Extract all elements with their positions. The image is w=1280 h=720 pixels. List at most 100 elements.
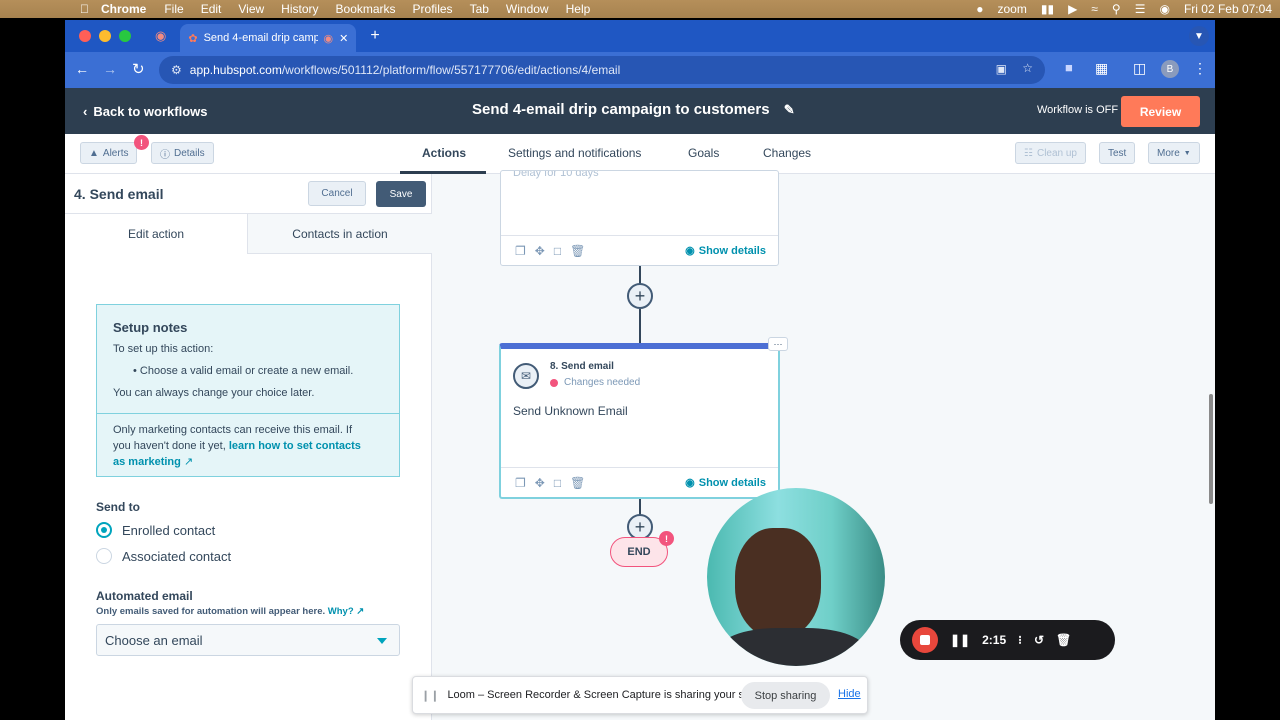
datetime[interactable]: Fri 02 Feb 07:04 bbox=[1184, 2, 1272, 16]
camera-icon[interactable]: ▣ bbox=[996, 62, 1007, 76]
send-email-action-card[interactable]: ✉ 8. Send email Changes needed Send Unkn… bbox=[499, 343, 780, 499]
close-window-button[interactable] bbox=[79, 30, 91, 42]
tab-contacts-in-action[interactable]: Contacts in action bbox=[248, 214, 432, 253]
move-icon[interactable]: ✥ bbox=[535, 476, 545, 490]
setup-notes-heading: Setup notes bbox=[113, 320, 188, 335]
profile-avatar[interactable]: B bbox=[1161, 60, 1179, 78]
setup-notes-bullet: • Choose a valid email or create a new e… bbox=[133, 365, 354, 377]
site-info-icon[interactable]: ⚙ bbox=[171, 63, 182, 77]
menu-profiles[interactable]: Profiles bbox=[413, 2, 453, 16]
menu-window[interactable]: Window bbox=[506, 2, 549, 16]
review-button[interactable]: Review bbox=[1121, 96, 1200, 127]
siri-icon[interactable]: ◉ bbox=[1159, 2, 1169, 16]
clone-icon[interactable]: □ bbox=[554, 476, 561, 490]
menu-file[interactable]: File bbox=[164, 2, 183, 16]
tab-goals[interactable]: Goals bbox=[688, 146, 719, 160]
tab-search-icon[interactable]: ▼ bbox=[1189, 26, 1209, 46]
recording-tab-icon[interactable]: ◉ bbox=[155, 28, 166, 44]
battery-icon[interactable]: ▮▮ bbox=[1041, 2, 1054, 16]
tab-changes[interactable]: Changes bbox=[763, 146, 811, 160]
radio-selected-icon[interactable] bbox=[96, 522, 112, 538]
sidepanel-icon[interactable]: ◫ bbox=[1133, 60, 1146, 77]
move-icon[interactable]: ✥ bbox=[535, 244, 545, 258]
restart-icon[interactable]: ↺ bbox=[1034, 633, 1044, 647]
delete-icon[interactable]: 🗑 bbox=[570, 244, 585, 258]
menu-view[interactable]: View bbox=[238, 2, 264, 16]
drawing-tool-icon[interactable]: ⁝ bbox=[1018, 633, 1022, 647]
add-action-button[interactable]: + bbox=[627, 283, 653, 309]
radio-enrolled-contact[interactable]: Enrolled contact bbox=[96, 522, 215, 538]
menu-help[interactable]: Help bbox=[566, 2, 591, 16]
menu-bookmarks[interactable]: Bookmarks bbox=[336, 2, 396, 16]
play-icon[interactable]: ▶ bbox=[1068, 2, 1077, 16]
setup-notes: Setup notes To set up this action: • Cho… bbox=[96, 304, 400, 477]
canvas-scrollbar[interactable] bbox=[1209, 394, 1213, 504]
panel-header: 4. Send email Cancel Save bbox=[65, 174, 432, 214]
eye-icon: ◉ bbox=[685, 245, 695, 257]
tab-settings-and-notifications[interactable]: Settings and notifications bbox=[508, 146, 641, 160]
tab-actions[interactable]: Actions bbox=[422, 146, 466, 160]
previous-action-card[interactable]: Delay for 10 days ❐ ✥ □ 🗑 ◉ Show details bbox=[500, 170, 779, 266]
show-details-button[interactable]: ◉ Show details bbox=[685, 244, 766, 258]
email-select-value: Choose an email bbox=[105, 632, 203, 648]
mic-icon[interactable]: ● bbox=[976, 2, 983, 16]
chrome-menu-icon[interactable]: ⋮ bbox=[1193, 60, 1207, 77]
comment-icon[interactable]: ⋯ bbox=[768, 337, 788, 351]
loom-webcam-bubble[interactable] bbox=[707, 488, 885, 666]
drag-handle-icon[interactable]: ❙❙ bbox=[421, 689, 439, 702]
zoom-window-button[interactable] bbox=[119, 30, 131, 42]
address-bar[interactable]: ⚙ app.hubspot.com/workflows/501112/platf… bbox=[159, 56, 1045, 84]
bookmark-star-icon[interactable]: ☆ bbox=[1022, 61, 1033, 75]
menu-app-name[interactable]: Chrome bbox=[101, 2, 146, 16]
extension-icon[interactable]: ■ bbox=[1065, 60, 1073, 75]
stop-sharing-button[interactable]: Stop sharing bbox=[741, 682, 830, 709]
panel-tabs: Edit action Contacts in action bbox=[65, 214, 432, 254]
previous-card-footer: ❐ ✥ □ 🗑 ◉ Show details bbox=[501, 235, 778, 265]
status-area: ● zoom ▮▮ ▶ ≈ ⚲ ☰ ◉ Fri 02 Feb 07:04 bbox=[976, 0, 1280, 18]
tab-edit-action[interactable]: Edit action bbox=[65, 214, 248, 254]
minimize-window-button[interactable] bbox=[99, 30, 111, 42]
tab-close-icon[interactable]: ✕ bbox=[339, 32, 348, 45]
details-button[interactable]: ⓘ Details bbox=[151, 142, 214, 164]
browser-tab[interactable]: ✿ Send 4-email drip campa ◉ ✕ bbox=[180, 24, 357, 52]
pencil-edit-icon[interactable]: ✎ bbox=[784, 102, 795, 117]
copy-icon[interactable]: ❐ bbox=[515, 244, 526, 258]
back-to-workflows-link[interactable]: ‹ Back to workflows bbox=[83, 104, 207, 119]
save-button[interactable]: Save bbox=[376, 181, 426, 207]
radio-associated-contact[interactable]: Associated contact bbox=[96, 548, 231, 564]
menu-tab[interactable]: Tab bbox=[470, 2, 489, 16]
clone-icon[interactable]: □ bbox=[554, 244, 561, 258]
trash-icon[interactable]: 🗑 bbox=[1056, 633, 1071, 647]
zoom-label[interactable]: zoom bbox=[998, 2, 1027, 16]
test-button[interactable]: Test bbox=[1099, 142, 1136, 164]
marketing-learn-link[interactable]: learn how to set contacts bbox=[229, 440, 361, 452]
menu-history[interactable]: History bbox=[281, 2, 318, 16]
clean-up-button[interactable]: ☷ Clean up bbox=[1015, 142, 1086, 164]
hide-link[interactable]: Hide bbox=[838, 688, 861, 700]
marketing-learn-link-cont[interactable]: as marketing bbox=[113, 456, 181, 468]
delete-icon[interactable]: 🗑 bbox=[570, 476, 585, 490]
email-select[interactable]: Choose an email bbox=[96, 624, 400, 656]
wifi-icon[interactable]: ≈ bbox=[1091, 2, 1098, 16]
cancel-button[interactable]: Cancel bbox=[308, 181, 366, 206]
control-center-icon[interactable]: ☰ bbox=[1135, 2, 1146, 16]
alerts-button[interactable]: ▲ Alerts bbox=[80, 142, 138, 164]
menu-edit[interactable]: Edit bbox=[201, 2, 222, 16]
forward-arrow-icon[interactable]: → bbox=[103, 61, 117, 77]
copy-icon[interactable]: ❐ bbox=[515, 476, 526, 490]
stop-recording-button[interactable] bbox=[912, 627, 938, 653]
radio-unselected-icon[interactable] bbox=[96, 548, 112, 564]
more-button[interactable]: More ▼ bbox=[1148, 142, 1200, 164]
search-icon[interactable]: ⚲ bbox=[1112, 2, 1121, 16]
reload-icon[interactable]: ↻ bbox=[132, 60, 145, 78]
workflow-header: ‹ Back to workflows Send 4-email drip ca… bbox=[65, 88, 1215, 134]
back-arrow-icon[interactable]: ← bbox=[75, 61, 89, 77]
extensions-puzzle-icon[interactable]: ▦ bbox=[1095, 60, 1108, 77]
apple-icon[interactable]:  bbox=[80, 2, 89, 16]
pause-icon[interactable]: ❚❚ bbox=[950, 633, 970, 647]
show-details-button[interactable]: ◉ Show details bbox=[685, 476, 766, 490]
new-tab-icon[interactable]: + bbox=[370, 27, 379, 45]
email-icon: ✉ bbox=[513, 363, 539, 389]
why-link[interactable]: Why? bbox=[328, 606, 354, 617]
workflow-title[interactable]: Send 4-email drip campaign to customers … bbox=[472, 101, 795, 118]
